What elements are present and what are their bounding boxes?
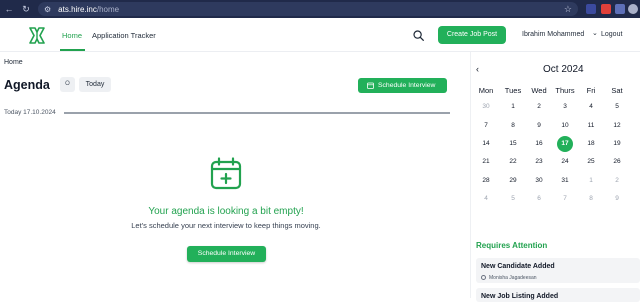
calendar-day[interactable]: 24 <box>557 154 573 170</box>
calendar-day[interactable]: 15 <box>505 136 521 152</box>
address-bar[interactable]: ⚙ ats.hire.inc/home ☆ <box>38 2 578 16</box>
calendar-day[interactable]: 11 <box>583 118 599 134</box>
reload-icon[interactable]: ↻ <box>19 0 33 18</box>
calendar-day[interactable]: 7 <box>557 191 573 207</box>
calendar-day[interactable]: 1 <box>583 173 599 189</box>
calendar-day[interactable]: 10 <box>557 118 573 134</box>
extension-icon-2[interactable] <box>601 4 611 14</box>
weekday-header: Sat <box>611 86 623 95</box>
calendar-day[interactable]: 16 <box>531 136 547 152</box>
url-path: /home <box>96 4 120 14</box>
calendar-day[interactable]: 2 <box>609 173 625 189</box>
panel-divider <box>470 52 471 298</box>
attention-card-title: New Candidate Added <box>481 263 555 270</box>
calendar-day[interactable]: 18 <box>583 136 599 152</box>
calendar-day[interactable]: 8 <box>505 118 521 134</box>
circle-toggle-button[interactable]: O <box>60 77 75 92</box>
attention-card[interactable]: New Job Listing Added <box>476 288 640 302</box>
weekday-header: Fri <box>586 86 596 95</box>
calendar-day[interactable]: 28 <box>478 173 494 189</box>
today-button[interactable]: Today <box>79 77 111 92</box>
empty-state-title: Your agenda is looking a bit empty! <box>148 206 304 217</box>
extensions-puzzle-icon[interactable] <box>615 4 625 14</box>
today-timeline-divider <box>64 112 450 114</box>
create-job-post-button[interactable]: Create Job Post <box>438 26 506 44</box>
logout-link[interactable]: Logout <box>601 31 622 38</box>
calendar-day[interactable]: 23 <box>531 154 547 170</box>
calendar-day[interactable]: 31 <box>557 173 573 189</box>
calendar-day[interactable]: 25 <box>583 154 599 170</box>
url-host: ats.hire.inc <box>58 4 97 14</box>
hire-logo-icon[interactable] <box>29 27 45 44</box>
nav-application-tracker[interactable]: Application Tracker <box>92 31 156 40</box>
search-icon[interactable] <box>413 30 424 41</box>
weekday-header: Wed <box>531 86 547 95</box>
calendar-day[interactable]: 8 <box>583 191 599 207</box>
user-icon <box>481 275 486 280</box>
calendar-day[interactable]: 5 <box>505 191 521 207</box>
empty-schedule-interview-button[interactable]: Schedule Interview <box>187 246 266 262</box>
calendar-day[interactable]: 21 <box>478 154 494 170</box>
calendar-day[interactable]: 1 <box>505 99 521 115</box>
site-settings-icon[interactable]: ⚙ <box>44 5 51 14</box>
bookmark-star-icon[interactable]: ☆ <box>564 2 572 16</box>
today-date-label: Today 17.10.2024 <box>4 109 56 116</box>
calendar-prev-month-icon[interactable]: ‹ <box>476 64 479 74</box>
attention-card-title: New Job Listing Added <box>481 293 559 300</box>
browser-toolbar: ← ↻ ⚙ ats.hire.inc/home ☆ <box>0 0 640 18</box>
user-menu-chevron-icon[interactable]: ⌄ <box>592 29 598 37</box>
calendar-day-selected[interactable]: 17 <box>557 136 573 152</box>
calendar-day[interactable]: 6 <box>531 191 547 207</box>
schedule-interview-button[interactable]: Schedule Interview <box>358 78 447 93</box>
attention-card[interactable]: New Candidate Added Monisha Jagadeesan <box>476 258 640 283</box>
calendar-day[interactable]: 14 <box>478 136 494 152</box>
calendar-day[interactable]: 29 <box>505 173 521 189</box>
nav-home-active-indicator <box>60 49 85 51</box>
weekday-header: Tues <box>504 86 522 95</box>
calendar-day[interactable]: 30 <box>531 173 547 189</box>
calendar-day[interactable]: 3 <box>557 99 573 115</box>
calendar-day[interactable]: 4 <box>583 99 599 115</box>
extension-icon-1[interactable] <box>586 4 596 14</box>
page-title: Agenda <box>4 78 50 92</box>
requires-attention-title: Requires Attention <box>476 241 548 250</box>
calendar-day[interactable]: 30 <box>478 99 494 115</box>
attention-card-person: Monisha Jagadeesan <box>481 275 537 281</box>
calendar-day[interactable]: 12 <box>609 118 625 134</box>
back-icon[interactable]: ← <box>2 0 16 18</box>
nav-home[interactable]: Home <box>62 31 82 40</box>
weekday-header: Mon <box>478 86 494 95</box>
calendar-day[interactable]: 5 <box>609 99 625 115</box>
calendar-day[interactable]: 9 <box>609 191 625 207</box>
empty-state-subtitle: Let's schedule your next interview to ke… <box>131 221 321 230</box>
calendar-day[interactable]: 22 <box>505 154 521 170</box>
calendar-day[interactable]: 4 <box>478 191 494 207</box>
breadcrumb[interactable]: Home <box>4 59 23 66</box>
profile-icon[interactable] <box>628 4 638 14</box>
calendar-day[interactable]: 7 <box>478 118 494 134</box>
attention-card-person-name: Monisha Jagadeesan <box>489 275 537 281</box>
calendar-add-icon <box>210 157 242 190</box>
schedule-interview-label: Schedule Interview <box>378 82 436 89</box>
app-header: Home Application Tracker Create Job Post… <box>0 18 640 52</box>
weekday-header: Thurs <box>555 86 575 95</box>
calendar-day[interactable]: 2 <box>531 99 547 115</box>
calendar-icon <box>367 82 374 89</box>
user-name[interactable]: Ibrahim Mohammed <box>522 31 584 38</box>
calendar-day[interactable]: 19 <box>609 136 625 152</box>
calendar-month-label: Oct 2024 <box>543 64 584 75</box>
calendar-day[interactable]: 9 <box>531 118 547 134</box>
calendar-day[interactable]: 26 <box>609 154 625 170</box>
